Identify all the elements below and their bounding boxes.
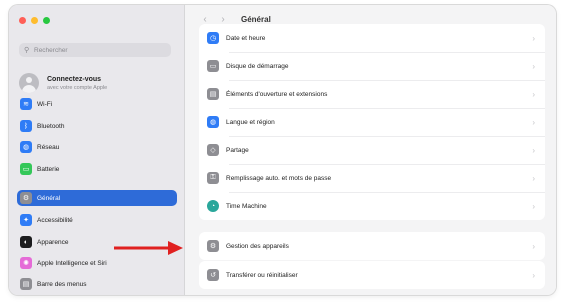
chevron-right-icon: › [532, 117, 535, 127]
avatar [19, 73, 39, 93]
close-window-button[interactable] [19, 17, 26, 24]
wifi-icon: ≋ [20, 98, 32, 110]
chevron-right-icon: › [532, 61, 535, 71]
sidebar-item-wifi[interactable]: ≋ Wi-Fi [17, 96, 177, 112]
settings-group: ↺ Transférer ou réinitialiser › [199, 261, 545, 289]
chevron-right-icon: › [532, 89, 535, 99]
calendar-clock-icon: ◷ [207, 32, 219, 44]
login-items-icon: ▤ [207, 88, 219, 100]
window-controls [19, 17, 50, 24]
sidebar-item-label: Général [37, 194, 61, 202]
search-input[interactable]: ⚲ Rechercher [19, 43, 171, 57]
sidebar-item-accessibility[interactable]: ✦ Accessibilité [17, 212, 177, 228]
account-title: Connectez-vous [47, 75, 102, 83]
menubar-icon: ▤ [20, 278, 32, 290]
chevron-right-icon: › [532, 241, 535, 251]
account-sign-in[interactable]: Connectez-vous avec votre compte Apple [19, 73, 107, 93]
settings-row-startup-disk[interactable]: ▭ Disque de démarrage › [199, 52, 545, 80]
sharing-icon: ◇ [207, 144, 219, 156]
appearance-icon: ◐ [20, 236, 32, 248]
sidebar-item-label: Réseau [37, 143, 60, 151]
back-button[interactable]: ‹ [199, 14, 211, 25]
search-placeholder: Rechercher [34, 46, 68, 54]
settings-row-calendar-clock[interactable]: ◷ Date et heure › [199, 24, 545, 52]
gear-icon: ⚙ [20, 192, 32, 204]
main-pane: ‹ › Général ◷ Date et heure › ▭ Disque de dé… [185, 5, 556, 295]
sidebar-item-menubar[interactable]: ▤ Barre des menus [17, 276, 177, 292]
settings-row-label: Éléments d'ouverture et extensions [226, 90, 328, 98]
sidebar-item-label: Apparence [37, 238, 69, 246]
settings-row-label: Partage [226, 146, 249, 154]
chevron-right-icon: › [532, 173, 535, 183]
settings-row-label: Transférer ou réinitialiser [226, 271, 298, 279]
chevron-right-icon: › [532, 145, 535, 155]
bluetooth-icon: ᛒ [20, 120, 32, 132]
chevron-right-icon: › [532, 270, 535, 280]
startup-disk-icon: ▭ [207, 60, 219, 72]
language-globe-icon: ◍ [207, 116, 219, 128]
page-title: Général [241, 14, 271, 24]
sidebar-item-label: Barre des menus [37, 280, 87, 288]
key-icon: ⚿ [207, 172, 219, 184]
settings-row-device-management[interactable]: ⚙ Gestion des appareils › [199, 232, 545, 260]
accessibility-icon: ✦ [20, 214, 32, 226]
globe-icon: ◍ [20, 141, 32, 153]
sidebar-item-label: Accessibilité [37, 216, 73, 224]
settings-row-label: Date et heure [226, 34, 266, 42]
sidebar-item-siri[interactable]: ✺ Apple Intelligence et Siri [17, 255, 177, 271]
minimize-window-button[interactable] [31, 17, 38, 24]
settings-row-time-machine[interactable]: ◔ Time Machine › [199, 192, 545, 220]
siri-icon: ✺ [20, 257, 32, 269]
settings-row-key[interactable]: ⚿ Remplissage auto. et mots de passe › [199, 164, 545, 192]
search-icon: ⚲ [24, 47, 30, 54]
settings-window: ⚲ Rechercher Connectez-vous avec votre c… [9, 5, 556, 295]
account-subtitle: avec votre compte Apple [47, 84, 108, 91]
settings-row-label: Disque de démarrage [226, 62, 289, 70]
settings-row-label: Time Machine [226, 202, 267, 210]
settings-row-label: Gestion des appareils [226, 242, 289, 250]
zoom-window-button[interactable] [43, 17, 50, 24]
settings-row-language-globe[interactable]: ◍ Langue et région › [199, 108, 545, 136]
reset-icon: ↺ [207, 269, 219, 281]
settings-row-sharing[interactable]: ◇ Partage › [199, 136, 545, 164]
settings-row-login-items[interactable]: ▤ Éléments d'ouverture et extensions › [199, 80, 545, 108]
forward-button[interactable]: › [217, 14, 229, 25]
sidebar-item-globe[interactable]: ◍ Réseau [17, 139, 177, 155]
sidebar-item-label: Wi-Fi [37, 100, 53, 108]
chevron-right-icon: › [532, 33, 535, 43]
settings-row-label: Langue et région [226, 118, 275, 126]
time-machine-icon: ◔ [207, 200, 219, 212]
sidebar-item-label: Bluetooth [37, 122, 65, 130]
settings-row-label: Remplissage auto. et mots de passe [226, 174, 332, 182]
battery-icon: ▭ [20, 163, 32, 175]
sidebar-item-label: Apple Intelligence et Siri [37, 259, 107, 267]
device-management-icon: ⚙ [207, 240, 219, 252]
sidebar-item-gear[interactable]: ⚙ Général [17, 190, 177, 206]
settings-row-reset[interactable]: ↺ Transférer ou réinitialiser › [199, 261, 545, 289]
sidebar-item-bluetooth[interactable]: ᛒ Bluetooth [17, 118, 177, 134]
red-arrow-annotation [114, 241, 183, 255]
sidebar-item-battery[interactable]: ▭ Batterie [17, 161, 177, 177]
settings-group: ⚙ Gestion des appareils › [199, 232, 545, 260]
sidebar-item-label: Batterie [37, 165, 60, 173]
chevron-right-icon: › [532, 201, 535, 211]
settings-group: ◷ Date et heure › ▭ Disque de démarrage › ▤ Élé… [199, 24, 545, 220]
